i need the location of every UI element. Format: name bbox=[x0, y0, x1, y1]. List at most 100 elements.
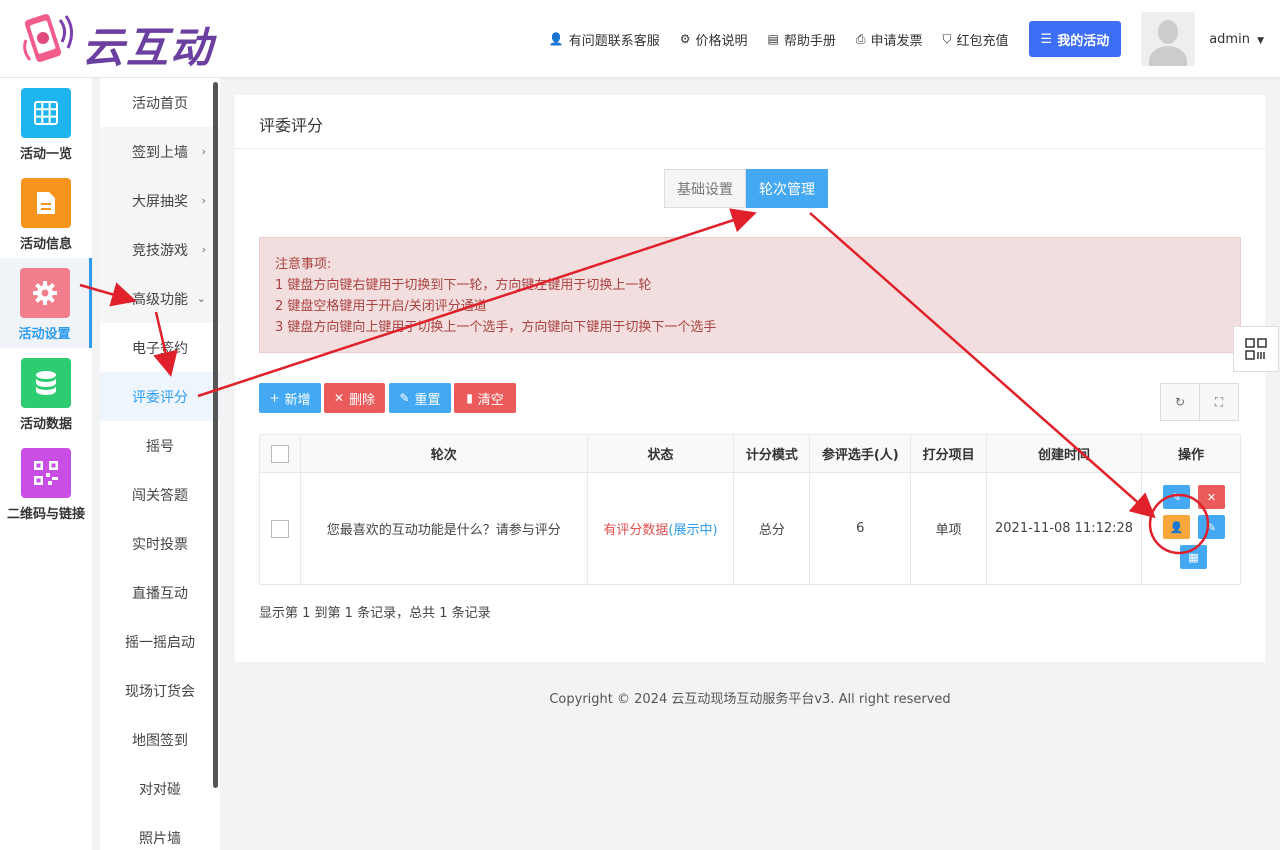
add-label: 新增 bbox=[284, 392, 311, 408]
sidebar-label: 活动一览 bbox=[19, 147, 72, 162]
table-header-row: 轮次 状态 计分模式 参评选手(人) 打分项目 创建时间 操作 bbox=[259, 434, 1242, 473]
page-title: 评委评分 bbox=[259, 116, 324, 135]
trash-icon: ▮ bbox=[466, 391, 473, 405]
row-checkbox[interactable] bbox=[270, 519, 289, 538]
status-showing-badge: (展示中) bbox=[668, 523, 718, 538]
column-header: 参评选手(人) bbox=[809, 434, 912, 473]
qrcode-icon bbox=[1245, 338, 1267, 360]
book-icon: ▤ bbox=[767, 32, 779, 46]
sidebar-item-overview[interactable]: 活动一览 bbox=[0, 88, 92, 170]
submenu-label: 活动首页 bbox=[132, 95, 188, 112]
nav-pricing-label: 价格说明 bbox=[695, 33, 748, 49]
submenu-item[interactable]: 地图签到 bbox=[100, 715, 220, 764]
submenu-scrollbar[interactable] bbox=[213, 82, 218, 788]
brand-name: 云互动 bbox=[82, 23, 215, 72]
user-menu[interactable]: admin ▼ bbox=[1209, 32, 1264, 47]
reset-row-button[interactable]: ✎ bbox=[1197, 515, 1225, 539]
submenu-item[interactable]: 竞技游戏 › bbox=[100, 225, 220, 274]
close-icon: ✕ bbox=[333, 391, 345, 405]
my-activity-label: 我的活动 bbox=[1057, 33, 1110, 49]
nav-help-label: 帮助手册 bbox=[783, 33, 836, 49]
brand-logo[interactable]: 云互动 bbox=[20, 10, 230, 72]
submenu-item[interactable]: 签到上墙 › bbox=[100, 127, 220, 176]
round-name-cell: 您最喜欢的互动功能是什么？请参与评分 bbox=[299, 472, 588, 585]
nav-recharge[interactable]: ⛉ 红包充值 bbox=[943, 30, 1009, 49]
eraser-icon: ✎ bbox=[399, 391, 410, 405]
submenu-label: 现场订货会 bbox=[125, 683, 195, 700]
main-panel: 评委评分 基础设置 轮次管理 注意事项: 1 键盘方向键右键用于切换到下一轮，方… bbox=[235, 95, 1265, 662]
rounds-table: 轮次 状态 计分模式 参评选手(人) 打分项目 创建时间 操作 您最喜欢的互动功… bbox=[259, 434, 1242, 585]
header-checkbox-cell bbox=[259, 434, 301, 473]
submenu-item[interactable]: 电子签约 bbox=[100, 323, 220, 372]
sidebar-item-data[interactable]: 活动数据 bbox=[0, 358, 92, 440]
record-summary: 显示第 1 到第 1 条记录，总共 1 条记录 bbox=[259, 606, 491, 621]
actions-cell: ✎ ✕ 👤 ✎ ▦ bbox=[1140, 472, 1242, 585]
nav-recharge-label: 红包充值 bbox=[956, 33, 1009, 49]
reset-button[interactable]: ✎ 重置 bbox=[389, 383, 451, 413]
table-row: 您最喜欢的互动功能是什么？请参与评分 有评分数据(展示中) 总分 6 单项 20… bbox=[259, 472, 1242, 585]
notice-title: 注意事项: bbox=[275, 257, 332, 272]
notice-line: 2 键盘空格键用于开启/关闭评分通道 bbox=[275, 299, 487, 314]
copyright: Copyright © 2024 云互动现场互动服务平台v3. All righ… bbox=[549, 692, 951, 707]
nav-pricing[interactable]: ⚙ 价格说明 bbox=[680, 30, 748, 49]
submenu-item[interactable]: 高级功能 ⌄ bbox=[100, 274, 220, 323]
chevron-down-icon: ⌄ bbox=[196, 292, 206, 305]
clear-button[interactable]: ▮ 清空 bbox=[454, 383, 516, 413]
gear-icon: ⚙ bbox=[679, 32, 691, 46]
submenu-item[interactable]: 摇号 bbox=[100, 421, 220, 470]
submenu-item[interactable]: 照片墙 bbox=[100, 813, 220, 850]
tab-round-management[interactable]: 轮次管理 bbox=[746, 169, 828, 208]
submenu-item[interactable]: 对对碰 bbox=[100, 764, 220, 813]
sidebar-item-qrcode[interactable]: 二维码与链接 bbox=[0, 448, 92, 530]
submenu-item-active[interactable]: 评委评分 bbox=[100, 372, 220, 421]
phone-logo-icon bbox=[23, 14, 73, 62]
document-icon bbox=[21, 178, 71, 228]
nav-invoice-label: 申请发票 bbox=[870, 33, 923, 49]
status-text: 有评分数据 bbox=[603, 523, 669, 538]
submenu-item[interactable]: 实时投票 bbox=[100, 519, 220, 568]
avatar[interactable] bbox=[1141, 12, 1196, 66]
top-nav: 👤 有问题联系客服 ⚙ 价格说明 ▤ 帮助手册 ⎙ 申请发票 ⛉ 红包充值 ☰ … bbox=[549, 0, 1280, 78]
submenu-label: 对对碰 bbox=[139, 781, 181, 798]
submenu-label: 直播互动 bbox=[132, 585, 188, 602]
submenu-item[interactable]: 活动首页 bbox=[100, 78, 220, 127]
submenu-item[interactable]: 现场订货会 bbox=[100, 666, 220, 715]
delete-row-button[interactable]: ✕ bbox=[1197, 485, 1225, 509]
sidebar-label: 活动信息 bbox=[19, 237, 72, 252]
edit-button[interactable]: ✎ bbox=[1162, 485, 1190, 509]
refresh-button[interactable]: ↻ bbox=[1160, 383, 1200, 421]
nav-invoice[interactable]: ⎙ 申请发票 bbox=[856, 30, 923, 49]
fullscreen-button[interactable]: ⛶ bbox=[1199, 383, 1239, 421]
submenu-label: 照片墙 bbox=[139, 830, 181, 847]
column-header: 计分模式 bbox=[733, 434, 811, 473]
list-icon: ☰ bbox=[1040, 31, 1053, 47]
select-all-checkbox[interactable] bbox=[270, 444, 289, 463]
floating-qrcode-button[interactable] bbox=[1233, 326, 1279, 372]
submenu-item[interactable]: 大屏抽奖 › bbox=[100, 176, 220, 225]
my-activity-button[interactable]: ☰ 我的活动 bbox=[1028, 21, 1122, 57]
created-time-cell: 2021-11-08 11:12:28 bbox=[986, 472, 1142, 585]
players-button[interactable]: 👤 bbox=[1162, 515, 1190, 539]
submenu-item[interactable]: 闯关答题 bbox=[100, 470, 220, 519]
qrcode-icon bbox=[21, 448, 71, 498]
column-header: 打分项目 bbox=[910, 434, 988, 473]
nav-support[interactable]: 👤 有问题联系客服 bbox=[549, 30, 660, 49]
submenu-label: 竞技游戏 bbox=[132, 242, 188, 259]
database-icon bbox=[21, 358, 71, 408]
top-header: 云互动 👤 有问题联系客服 ⚙ 价格说明 ▤ 帮助手册 ⎙ 申请发票 ⛉ 红包充… bbox=[0, 0, 1280, 78]
caret-down-icon: ▼ bbox=[1257, 35, 1264, 46]
notice-line: 3 键盘方向键向上键用于切换上一个选手，方向键向下键用于切换下一个选手 bbox=[275, 320, 717, 335]
tab-basic-settings[interactable]: 基础设置 bbox=[664, 169, 746, 208]
submenu-label: 电子签约 bbox=[132, 340, 188, 357]
user-icon: 👤 bbox=[1169, 520, 1184, 534]
add-button[interactable]: + 新增 bbox=[259, 383, 321, 413]
submenu-item[interactable]: 摇一摇启动 bbox=[100, 617, 220, 666]
nav-help[interactable]: ▤ 帮助手册 bbox=[768, 30, 836, 49]
submenu-item[interactable]: 直播互动 bbox=[100, 568, 220, 617]
qrcode-button[interactable]: ▦ bbox=[1179, 545, 1207, 569]
submenu-label: 高级功能 bbox=[132, 291, 188, 308]
delete-button[interactable]: ✕ 删除 bbox=[324, 383, 385, 413]
chevron-right-icon: › bbox=[201, 145, 206, 158]
sidebar-item-settings[interactable]: 活动设置 bbox=[0, 258, 92, 348]
sidebar-item-info[interactable]: 活动信息 bbox=[0, 178, 92, 260]
